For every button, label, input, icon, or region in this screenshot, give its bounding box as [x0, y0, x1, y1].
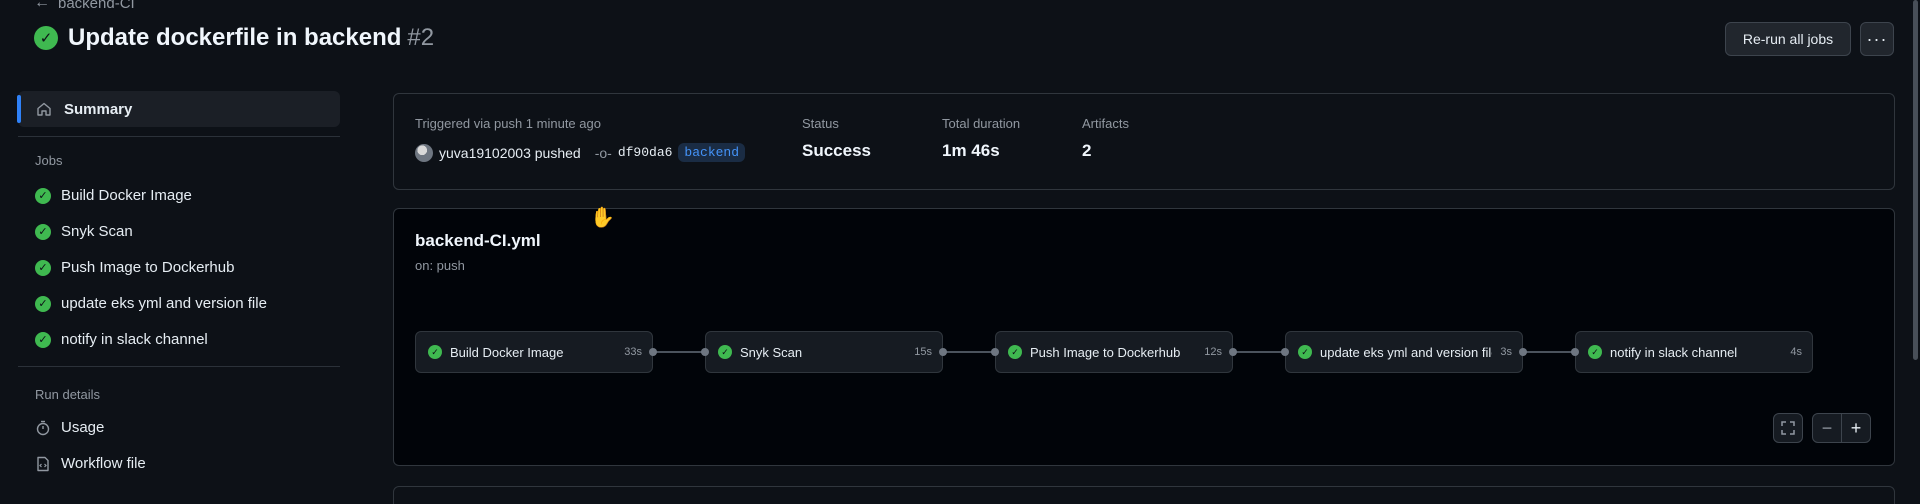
sidebar-job-update-eks[interactable]: ✓ update eks yml and version file — [35, 295, 267, 312]
success-check-icon: ✓ — [718, 345, 732, 359]
graph-job-update-eks[interactable]: ✓ update eks yml and version file 3s — [1285, 331, 1523, 373]
workflow-graph-card: backend-CI.yml on: push ✓ Build Docker I… — [393, 208, 1895, 466]
sidebar-job-label: notify in slack channel — [61, 331, 208, 348]
page-title-row: ✓ Update dockerfile in backend #2 — [34, 24, 434, 52]
success-check-icon: ✓ — [35, 295, 51, 312]
arrow-left-icon: ← — [34, 0, 50, 11]
sidebar-item-summary[interactable]: Summary — [17, 91, 340, 127]
zoom-in-button[interactable]: + — [1841, 413, 1871, 443]
connector-dot — [701, 348, 709, 356]
active-indicator — [17, 95, 21, 123]
job-name: notify in slack channel — [1610, 344, 1738, 360]
sidebar-item-workflow-file[interactable]: Workflow file — [35, 455, 146, 472]
graph-job-snyk-scan[interactable]: ✓ Snyk Scan 15s — [705, 331, 943, 373]
success-check-icon: ✓ — [1008, 345, 1022, 359]
sidebar-job-snyk-scan[interactable]: ✓ Snyk Scan — [35, 223, 133, 240]
back-link-label: backend-CI — [58, 0, 135, 12]
job-duration: 15s — [914, 346, 932, 358]
sidebar-job-label: Snyk Scan — [61, 223, 133, 240]
duration-label: Total duration — [942, 116, 1021, 131]
success-check-icon: ✓ — [35, 331, 51, 348]
sidebar-item-usage[interactable]: Usage — [35, 419, 104, 436]
artifacts-label: Artifacts — [1082, 116, 1129, 131]
duration-value: 1m 46s — [942, 141, 1000, 160]
file-code-icon — [37, 456, 49, 471]
back-link[interactable]: ← backend-CI — [34, 0, 135, 12]
sidebar-job-notify-slack[interactable]: ✓ notify in slack channel — [35, 331, 208, 348]
sidebar-job-label: update eks yml and version file — [61, 295, 267, 312]
rerun-all-jobs-button[interactable]: Re-run all jobs — [1725, 22, 1851, 56]
page-scrollbar[interactable] — [1913, 0, 1918, 360]
push-info: yuva19102003 pushed -o- df90da6 backend — [415, 143, 746, 162]
page-title: Update dockerfile in backend #2 — [68, 24, 434, 52]
artifacts-card — [393, 486, 1895, 504]
sidebar-item-label: Usage — [61, 419, 105, 436]
stopwatch-icon — [36, 420, 50, 435]
graph-job-build-docker-image[interactable]: ✓ Build Docker Image 33s — [415, 331, 653, 373]
sidebar-job-label: Build Docker Image — [61, 187, 192, 204]
avatar[interactable] — [415, 143, 433, 162]
job-name: Build Docker Image — [450, 344, 564, 360]
fullscreen-icon — [1781, 421, 1795, 435]
job-name: update eks yml and version file — [1320, 344, 1493, 360]
sidebar-item-label: Workflow file — [61, 455, 146, 472]
run-number: #2 — [407, 24, 435, 51]
job-duration: 12s — [1204, 346, 1222, 358]
job-name: Snyk Scan — [740, 344, 803, 360]
status-label: Status — [802, 116, 839, 131]
run-details-heading: Run details — [35, 387, 101, 402]
more-options-button[interactable]: ··· — [1860, 22, 1894, 56]
sidebar-divider — [18, 366, 340, 367]
trigger-text: Triggered via push 1 minute ago — [415, 116, 601, 131]
success-check-icon: ✓ — [1588, 345, 1602, 359]
run-title: Update dockerfile in backend — [68, 24, 402, 51]
actor-text[interactable]: yuva19102003 pushed — [439, 145, 581, 161]
commit-icon: -o- — [594, 144, 612, 161]
sidebar-job-build-docker-image[interactable]: ✓ Build Docker Image — [35, 187, 192, 204]
status-value: Success — [802, 141, 871, 160]
job-name: Push Image to Dockerhub — [1030, 344, 1181, 360]
sidebar-job-label: Push Image to Dockerhub — [61, 259, 235, 276]
connector-dot — [1281, 348, 1289, 356]
job-duration: 33s — [624, 346, 642, 358]
job-connector — [1523, 351, 1573, 353]
fullscreen-button[interactable] — [1773, 413, 1803, 443]
zoom-out-button[interactable]: − — [1812, 413, 1842, 443]
job-connector — [653, 351, 703, 353]
success-check-icon: ✓ — [428, 345, 442, 359]
connector-dot — [939, 348, 947, 356]
success-check-icon: ✓ — [35, 187, 51, 204]
connector-dot — [1571, 348, 1579, 356]
branch-badge[interactable]: backend — [678, 143, 746, 162]
job-duration: 3s — [1500, 346, 1512, 358]
connector-dot — [649, 348, 657, 356]
connector-dot — [1519, 348, 1527, 356]
success-check-icon: ✓ — [35, 259, 51, 276]
hand-cursor-icon: ✋ — [590, 207, 615, 229]
graph-job-push-image[interactable]: ✓ Push Image to Dockerhub 12s — [995, 331, 1233, 373]
artifacts-value[interactable]: 2 — [1082, 141, 1091, 161]
success-check-icon: ✓ — [35, 223, 51, 240]
workflow-trigger: on: push — [415, 258, 465, 273]
job-connector — [1233, 351, 1283, 353]
job-duration: 4s — [1790, 346, 1802, 358]
sidebar-divider — [18, 136, 340, 137]
commit-sha[interactable]: df90da6 — [618, 145, 673, 160]
run-summary-card: Triggered via push 1 minute ago yuva1910… — [393, 93, 1895, 190]
success-check-icon: ✓ — [1298, 345, 1312, 359]
sidebar-job-push-image[interactable]: ✓ Push Image to Dockerhub — [35, 259, 234, 276]
sidebar-item-label: Summary — [64, 100, 133, 118]
connector-dot — [991, 348, 999, 356]
job-connector — [943, 351, 993, 353]
graph-job-notify-slack[interactable]: ✓ notify in slack channel 4s — [1575, 331, 1813, 373]
workflow-file-name[interactable]: backend-CI.yml — [415, 231, 541, 251]
jobs-heading: Jobs — [35, 153, 63, 168]
success-check-icon: ✓ — [34, 26, 58, 50]
connector-dot — [1229, 348, 1237, 356]
home-icon — [37, 102, 51, 116]
